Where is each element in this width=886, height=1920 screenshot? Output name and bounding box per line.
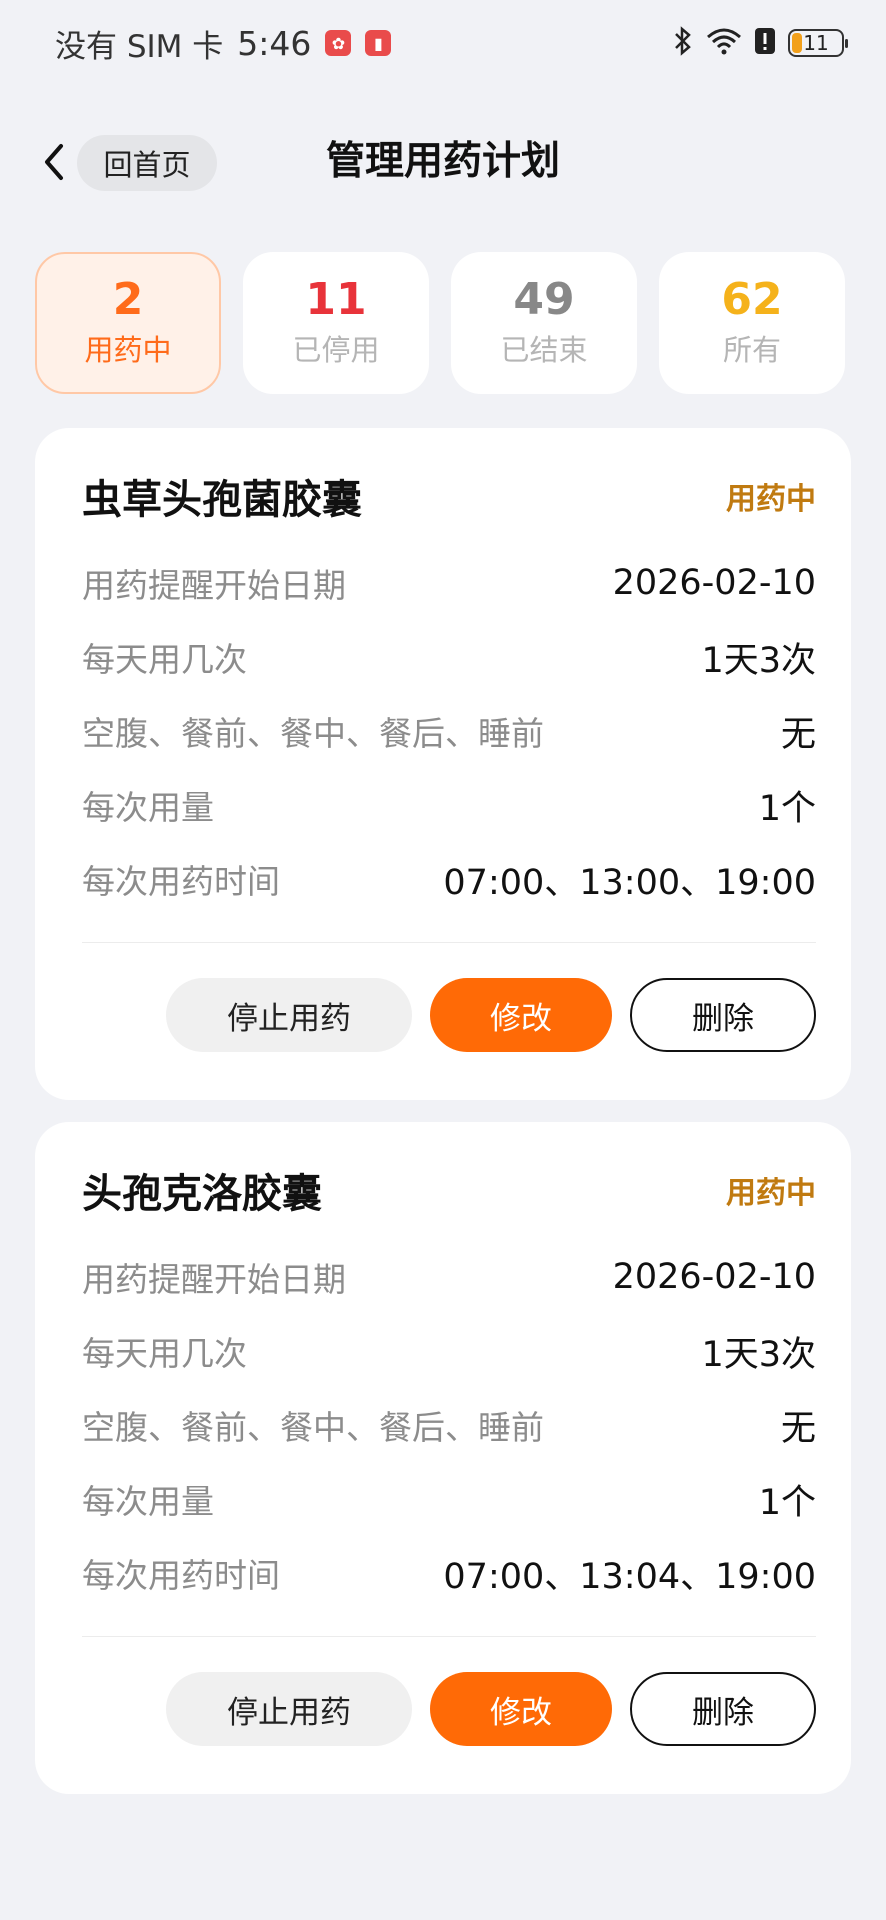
medicine-name: 头孢克洛胶囊: [82, 1171, 322, 1217]
detail-row: 每次用量 1个: [82, 768, 816, 842]
tab-label: 用药中: [84, 333, 172, 367]
status-left: 没有 SIM 卡 5:46 ✿ ▮: [55, 21, 392, 66]
detail-label: 每天用几次: [82, 1334, 247, 1373]
detail-label: 每次用药时间: [82, 862, 280, 901]
detail-value: 2026-02-10: [612, 1257, 816, 1297]
carrier-text: 没有 SIM 卡: [55, 28, 224, 65]
clock: 5:46: [237, 23, 312, 63]
bluetooth-icon: [672, 25, 694, 61]
status-right: 11: [672, 25, 848, 61]
plan-details: 用药提醒开始日期 2026-02-10 每天用几次 1天3次 空腹、餐前、餐中、…: [82, 546, 816, 916]
detail-label: 空腹、餐前、餐中、餐后、睡前: [82, 1408, 544, 1447]
detail-value: 07:00、13:00、19:00: [443, 862, 816, 903]
status-badge: 用药中: [726, 1176, 816, 1211]
tab-count: 49: [513, 274, 575, 325]
delete-button[interactable]: 删除: [630, 978, 816, 1052]
detail-label: 每次用药时间: [82, 1556, 280, 1595]
divider: [82, 942, 816, 943]
detail-value: 1天3次: [701, 1334, 816, 1375]
tab-label: 已停用: [292, 333, 380, 367]
tab-stopped[interactable]: 11 已停用: [243, 252, 429, 394]
alert-icon: [754, 27, 776, 60]
tab-count: 11: [305, 274, 367, 325]
detail-label: 用药提醒开始日期: [82, 566, 346, 605]
detail-label: 每次用量: [82, 788, 214, 827]
detail-value: 07:00、13:04、19:00: [443, 1556, 816, 1597]
wifi-icon: [706, 27, 742, 60]
tab-all[interactable]: 62 所有: [659, 252, 845, 394]
edit-button[interactable]: 修改: [430, 978, 612, 1052]
detail-value: 1天3次: [701, 640, 816, 681]
status-tabs: 2 用药中 11 已停用 49 已结束 62 所有: [35, 252, 851, 394]
delete-button[interactable]: 删除: [630, 1672, 816, 1746]
detail-row: 用药提醒开始日期 2026-02-10: [82, 1240, 816, 1314]
tab-ended[interactable]: 49 已结束: [451, 252, 637, 394]
detail-row: 空腹、餐前、餐中、餐后、睡前 无: [82, 1388, 816, 1462]
detail-label: 每次用量: [82, 1482, 214, 1521]
status-badge: 用药中: [726, 482, 816, 517]
detail-value: 1个: [758, 788, 816, 829]
card-header: 头孢克洛胶囊 用药中: [82, 1162, 816, 1218]
tab-label: 已结束: [500, 333, 588, 367]
huawei-notification-icon: ✿: [325, 30, 352, 56]
card-header: 虫草头孢菌胶囊 用药中: [82, 468, 816, 524]
edit-button[interactable]: 修改: [430, 1672, 612, 1746]
divider: [82, 1636, 816, 1637]
tab-count: 2: [112, 274, 144, 325]
tab-in-use[interactable]: 2 用药中: [35, 252, 221, 394]
medicine-name: 虫草头孢菌胶囊: [82, 477, 362, 523]
home-button[interactable]: 回首页: [77, 135, 217, 191]
detail-value: 无: [780, 714, 816, 755]
card-actions: 停止用药 修改 删除: [166, 1672, 816, 1746]
detail-row: 每次用药时间 07:00、13:00、19:00: [82, 842, 816, 916]
battery-icon: 11: [788, 29, 848, 57]
detail-row: 空腹、餐前、餐中、餐后、睡前 无: [82, 694, 816, 768]
stop-medication-button[interactable]: 停止用药: [166, 978, 412, 1052]
detail-row: 每次用药时间 07:00、13:04、19:00: [82, 1536, 816, 1610]
status-bar: 没有 SIM 卡 5:46 ✿ ▮ 11: [0, 0, 886, 86]
back-arrow-icon[interactable]: [34, 140, 74, 184]
detail-row: 每次用量 1个: [82, 1462, 816, 1536]
battery-level: 11: [803, 31, 829, 55]
tab-label: 所有: [722, 333, 781, 367]
stop-medication-button[interactable]: 停止用药: [166, 1672, 412, 1746]
detail-label: 每天用几次: [82, 640, 247, 679]
detail-value: 无: [780, 1408, 816, 1449]
detail-label: 空腹、餐前、餐中、餐后、睡前: [82, 714, 544, 753]
tab-count: 62: [721, 274, 783, 325]
header: 管理用药计划 回首页: [0, 130, 886, 194]
detail-row: 用药提醒开始日期 2026-02-10: [82, 546, 816, 620]
plan-card: 虫草头孢菌胶囊 用药中 用药提醒开始日期 2026-02-10 每天用几次 1天…: [35, 428, 851, 1100]
detail-label: 用药提醒开始日期: [82, 1260, 346, 1299]
plan-details: 用药提醒开始日期 2026-02-10 每天用几次 1天3次 空腹、餐前、餐中、…: [82, 1240, 816, 1610]
card-actions: 停止用药 修改 删除: [166, 978, 816, 1052]
red-notification-icon: ▮: [365, 30, 392, 56]
detail-row: 每天用几次 1天3次: [82, 1314, 816, 1388]
detail-row: 每天用几次 1天3次: [82, 620, 816, 694]
detail-value: 2026-02-10: [612, 563, 816, 603]
detail-value: 1个: [758, 1482, 816, 1523]
plan-card: 头孢克洛胶囊 用药中 用药提醒开始日期 2026-02-10 每天用几次 1天3…: [35, 1122, 851, 1794]
